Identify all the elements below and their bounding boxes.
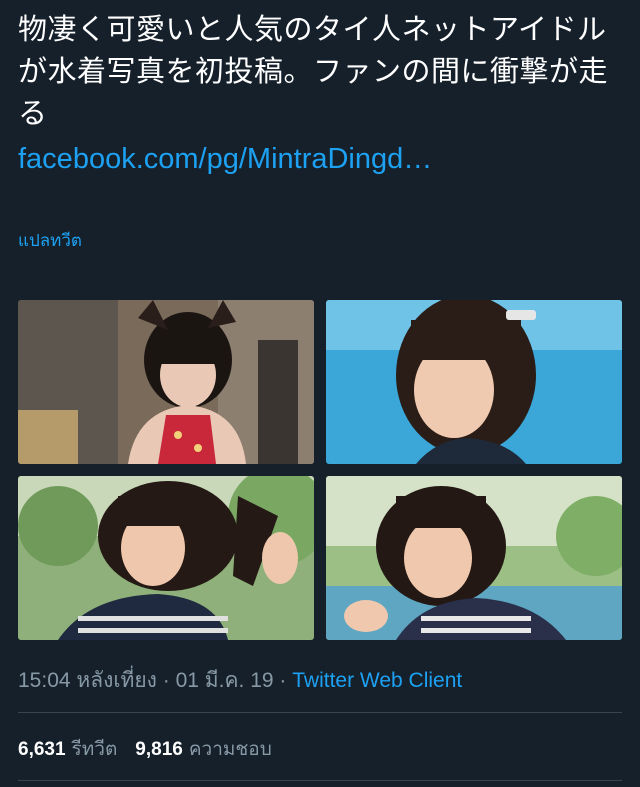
photo-4[interactable] — [326, 476, 622, 640]
tweet-time: 15:04 หลังเที่ยง — [18, 669, 157, 692]
tweet-client-link[interactable]: Twitter Web Client — [292, 669, 462, 692]
divider-top — [18, 712, 622, 713]
like-count[interactable]: 9,816 — [135, 739, 183, 760]
tweet-meta: 15:04 หลังเที่ยง · 01 มี.ค. 19 · Twitter… — [18, 664, 462, 697]
photo-2[interactable] — [326, 300, 622, 464]
meta-separator-2: · — [273, 669, 293, 692]
retweet-count[interactable]: 6,631 — [18, 739, 66, 760]
photo-girl-cat-ears-icon — [18, 300, 314, 464]
photo-girl-hair-touch-icon — [18, 476, 314, 640]
divider-bottom — [18, 780, 622, 781]
media-grid — [18, 300, 622, 640]
tweet-stats: 6,631 รีทวีต 9,816 ความชอบ — [18, 734, 290, 764]
tweet-link[interactable]: facebook.com/pg/MintraDingd… — [18, 143, 432, 176]
photo-girl-pool-icon — [326, 300, 622, 464]
meta-separator: · — [156, 669, 176, 692]
like-label[interactable]: ความชอบ — [189, 739, 272, 760]
translate-tweet-link[interactable]: แปลทวีต — [18, 227, 82, 254]
photo-girl-smile-waving-icon — [326, 476, 622, 640]
retweet-label[interactable]: รีทวีต — [72, 739, 118, 760]
photo-1[interactable] — [18, 300, 314, 464]
photo-3[interactable] — [18, 476, 314, 640]
tweet-text: 物凄く可愛いと人気のタイ人ネットアイドルが水着写真を初投稿。ファンの間に衝撃が走… — [18, 12, 609, 130]
tweet-date: 01 มี.ค. 19 — [175, 669, 274, 692]
